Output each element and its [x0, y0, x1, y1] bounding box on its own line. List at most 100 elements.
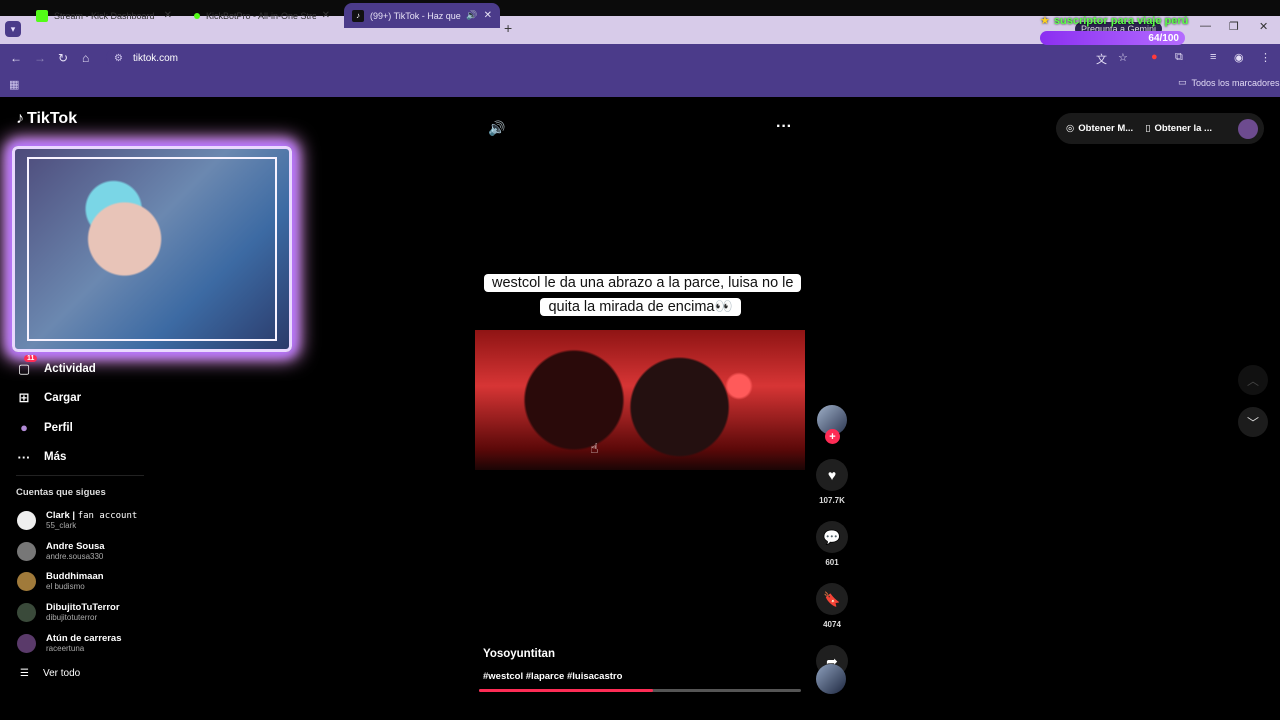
- browser-menu-icon[interactable]: ⋮: [1260, 51, 1271, 64]
- volume-icon[interactable]: 🔊: [488, 120, 505, 137]
- star-icon: ★: [1040, 15, 1050, 27]
- close-tab-icon[interactable]: ✕: [164, 10, 172, 21]
- tab-title: Stream - Kick Dashboard: [54, 10, 155, 21]
- like-count: 107.7K: [819, 496, 845, 505]
- sidebar-item-cargar[interactable]: ⊞ Cargar: [16, 384, 96, 414]
- site-info-icon[interactable]: ⚙: [114, 53, 123, 64]
- chevron-down-icon: ﹀: [1246, 415, 1259, 430]
- sidebar-item-perfil[interactable]: ● Perfil: [16, 413, 96, 443]
- video-caption-overlay: westcol le da una abrazo a la parce, lui…: [484, 271, 802, 319]
- sidebar-item-actividad[interactable]: ▢ 11 Actividad: [16, 354, 96, 384]
- tiktok-note-icon: ♪: [16, 110, 24, 127]
- notification-badge: 11: [24, 354, 38, 362]
- close-tab-icon[interactable]: ✕: [484, 10, 492, 21]
- streamer-webcam-overlay: [12, 146, 292, 352]
- tab-tiktok[interactable]: ♪ (99+) TikTok - Haz que tu d 🔊 ✕: [344, 3, 500, 28]
- chevron-up-icon: ︿: [1246, 373, 1259, 388]
- bookmark-icon: 🔖: [816, 583, 848, 615]
- following-account[interactable]: Buddhimaan el budismo: [17, 571, 104, 591]
- phone-icon: ▯: [1145, 123, 1151, 134]
- address-bar[interactable]: ⚙ tiktok.com: [106, 49, 1186, 67]
- save-count: 4074: [823, 620, 841, 629]
- following-account[interactable]: Andre Sousa andre.sousa330: [17, 541, 105, 561]
- avatar: [17, 571, 36, 591]
- profile-avatar-icon[interactable]: ◉: [1234, 51, 1244, 64]
- tab-kick-dashboard[interactable]: Stream - Kick Dashboard ✕: [28, 3, 180, 28]
- sidebar-item-label: Actividad: [44, 362, 96, 375]
- media-controls-icon[interactable]: ≡: [1210, 51, 1216, 63]
- video-progress-fill: [479, 689, 653, 692]
- comment-count: 601: [825, 558, 839, 567]
- more-options-icon[interactable]: ···: [776, 118, 792, 136]
- account-name: Atún de carreras: [46, 633, 122, 644]
- new-tab-button[interactable]: +: [504, 20, 512, 36]
- follow-plus-icon[interactable]: +: [825, 429, 840, 444]
- next-video-button[interactable]: ﹀: [1238, 407, 1268, 437]
- close-window-icon[interactable]: ✕: [1259, 20, 1268, 33]
- video-hashtags[interactable]: #westcol #laparce #luisacastro: [483, 671, 622, 682]
- user-avatar[interactable]: [1238, 118, 1258, 139]
- close-tab-icon[interactable]: ✕: [322, 10, 330, 21]
- avatar: [17, 633, 36, 653]
- video-player[interactable]: [475, 330, 805, 470]
- goal-text: suscriptor para viaje perú: [1053, 14, 1189, 27]
- see-all-label: Ver todo: [42, 668, 81, 679]
- coin-icon: ◎: [1066, 123, 1075, 134]
- account-name: Clark |: [46, 510, 78, 521]
- heart-icon: ♥: [816, 459, 848, 491]
- reload-icon[interactable]: ↻: [58, 51, 68, 65]
- get-coins-button[interactable]: ◎ Obtener M...: [1066, 123, 1133, 134]
- see-all-following-button[interactable]: ☰ Ver todo: [20, 668, 80, 679]
- audio-playing-icon[interactable]: 🔊: [466, 10, 477, 21]
- following-heading: Cuentas que sigues: [16, 487, 106, 498]
- apps-grid-icon[interactable]: ▦: [9, 78, 19, 91]
- back-icon[interactable]: ←: [10, 51, 22, 65]
- all-bookmarks-button[interactable]: ▭ Todos los marcadores: [1178, 77, 1280, 88]
- chevron-down-icon: ▾: [10, 23, 16, 34]
- sidebar-divider: [16, 475, 144, 476]
- previous-video-button[interactable]: ︿: [1238, 365, 1268, 395]
- all-bookmarks-label: Todos los marcadores: [1191, 77, 1280, 88]
- comment-icon: 💬: [816, 521, 848, 553]
- get-app-bar: ◎ Obtener M... ▯ Obtener la ...: [1056, 113, 1264, 144]
- kick-favicon-icon: [36, 9, 48, 22]
- account-handle: dibujitotuterror: [46, 613, 98, 622]
- tab-title: (99+) TikTok - Haz que tu d: [370, 10, 462, 21]
- creator-avatar[interactable]: +: [817, 405, 847, 444]
- video-actions: + ♥ 107.7K 💬 601 🔖 4074 ➦ 6650: [815, 405, 849, 691]
- music-disc-avatar[interactable]: [816, 664, 846, 694]
- tiktok-logo[interactable]: ♪ TikTok: [16, 110, 77, 128]
- video-progress-bar[interactable]: [479, 689, 801, 692]
- tiktok-favicon-icon: ♪: [352, 9, 364, 22]
- following-account[interactable]: Clark | fan account 55_clark: [17, 510, 137, 530]
- goal-count: 64/100: [1148, 32, 1179, 44]
- like-button[interactable]: ♥ 107.7K: [816, 459, 848, 505]
- following-account[interactable]: DibujitoTuTerror dibujitotuterror: [17, 602, 120, 622]
- account-name: Andre Sousa: [46, 541, 105, 552]
- forward-icon[interactable]: →: [34, 51, 46, 65]
- following-account[interactable]: Atún de carreras raceertuna: [17, 633, 122, 653]
- bookmark-star-icon[interactable]: ☆: [1118, 51, 1128, 64]
- extensions-icon[interactable]: ⧉: [1175, 51, 1183, 64]
- bookmarks-bar: [0, 72, 1280, 97]
- tab-title: KickBotPro - All-in-One Stream: [206, 10, 316, 21]
- sidebar-item-label: Perfil: [44, 421, 73, 434]
- translate-icon[interactable]: 文: [1096, 51, 1107, 67]
- tab-kickbotpro[interactable]: KickBotPro - All-in-One Stream ✕: [186, 3, 338, 28]
- home-icon[interactable]: ⌂: [82, 51, 89, 65]
- avatar: [17, 510, 36, 530]
- logo-text: TikTok: [27, 110, 78, 127]
- account-name-suffix: fan account: [77, 511, 138, 521]
- get-coins-label: Obtener M...: [1078, 123, 1134, 134]
- comment-button[interactable]: 💬 601: [816, 521, 848, 567]
- extension-red-icon[interactable]: ●: [1151, 51, 1158, 63]
- video-author[interactable]: Yosoyuntitan: [483, 648, 555, 660]
- save-button[interactable]: 🔖 4074: [816, 583, 848, 629]
- account-handle: 55_clark: [46, 521, 77, 530]
- account-handle: el budismo: [46, 582, 85, 591]
- url-text: tiktok.com: [132, 52, 178, 64]
- get-app-button[interactable]: ▯ Obtener la ...: [1145, 123, 1212, 134]
- tab-search-button[interactable]: ▾: [5, 21, 21, 37]
- sidebar-item-mas[interactable]: ··· Más: [16, 443, 96, 473]
- goal-progress-bar: 64/100: [1040, 31, 1185, 45]
